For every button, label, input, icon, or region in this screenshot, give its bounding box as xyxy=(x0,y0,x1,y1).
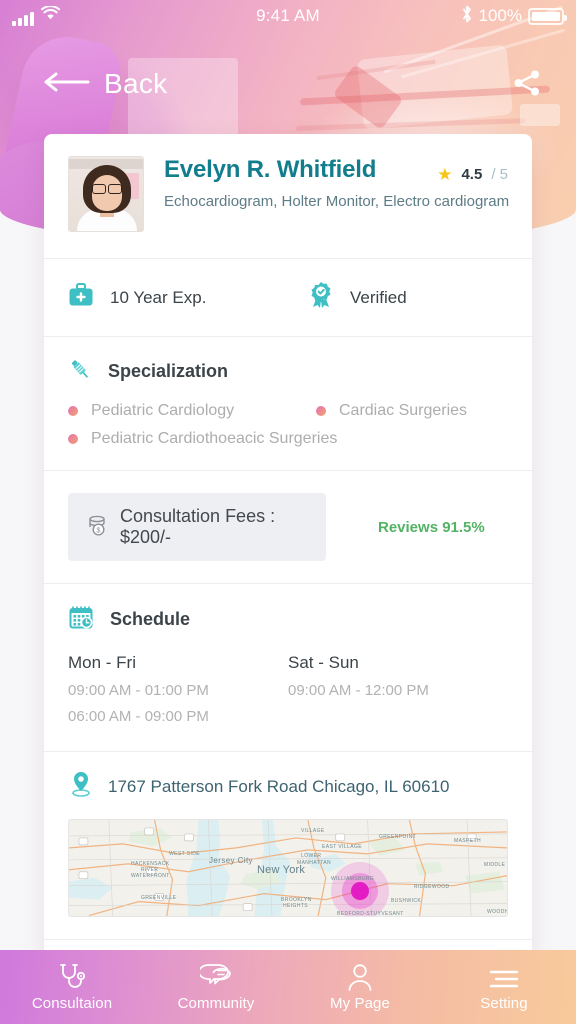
nav-item-setting[interactable]: Setting xyxy=(432,950,576,1024)
specialization-item-label: Cardiac Surgeries xyxy=(339,402,468,419)
rating-value: 4.5 xyxy=(461,166,483,183)
specialization-item-label: Pediatric Cardiothoeacic Surgeries xyxy=(91,430,338,447)
back-button-label: Back xyxy=(104,68,168,99)
specialization-section: Specialization Pediatric Cardiology Card… xyxy=(44,336,532,470)
map-label: GREENVILLE xyxy=(141,895,177,901)
experience-label: 10 Year Exp. xyxy=(110,287,207,307)
schedule-section: Schedule Mon - Fri 09:00 AM - 01:00 PM 0… xyxy=(44,583,532,751)
reviews-percentage: Reviews 91.5% xyxy=(378,518,485,536)
bullet-dot-icon xyxy=(316,406,326,416)
map-label: WEST SIDE xyxy=(169,851,201,857)
verified-item: Verified xyxy=(308,281,407,314)
person-icon xyxy=(346,963,374,991)
map-label: RIDGEWOOD xyxy=(414,884,450,890)
schedule-time-slot: 06:00 AM - 09:00 PM xyxy=(68,708,209,725)
nav-item-my-page[interactable]: My Page xyxy=(288,950,432,1024)
specialization-item: Pediatric Cardiothoeacic Surgeries xyxy=(68,430,337,448)
specialization-title: Specialization xyxy=(108,361,229,381)
map-label: VILLAGE xyxy=(301,828,325,834)
star-icon: ★ xyxy=(437,165,453,184)
money-coins-icon: $ xyxy=(86,514,108,541)
back-button[interactable]: Back xyxy=(42,68,167,100)
medical-bag-icon xyxy=(68,282,94,313)
rating-block: ★ 4.5 / 5 xyxy=(437,166,508,183)
nav-item-label: Community xyxy=(177,994,255,1012)
bullet-dot-icon xyxy=(68,406,78,416)
map-label: MIDDLE VILLAGE xyxy=(484,862,507,868)
share-icon xyxy=(512,70,542,102)
schedule-days-label: Sat - Sun xyxy=(288,653,359,672)
nav-item-label: Setting xyxy=(480,994,528,1012)
map-label: WATERFRONT xyxy=(131,873,170,879)
address-label: 1767 Patterson Fork Road Chicago, IL 606… xyxy=(108,776,450,796)
fees-section: $ Consultation Fees : $200/- Reviews 91.… xyxy=(44,470,532,583)
battery-percent-label: 100% xyxy=(478,6,522,25)
avatar xyxy=(68,156,144,232)
chat-bubbles-icon xyxy=(200,963,232,991)
verified-badge-icon xyxy=(308,281,334,314)
arrow-left-icon xyxy=(42,71,90,98)
schedule-time-slot: 09:00 AM - 12:00 PM xyxy=(288,682,429,699)
share-button[interactable] xyxy=(512,68,542,103)
nav-item-label: Consultaion xyxy=(31,994,113,1012)
syringe-icon xyxy=(68,357,92,386)
nav-item-community[interactable]: Community xyxy=(144,950,288,1024)
schedule-column-weekday: Mon - Fri 09:00 AM - 01:00 PM 06:00 AM -… xyxy=(68,653,288,725)
consultation-fees-box: $ Consultation Fees : $200/- xyxy=(68,493,326,561)
experience-item: 10 Year Exp. xyxy=(68,282,308,313)
bluetooth-icon xyxy=(461,5,473,28)
specialization-item-label: Pediatric Cardiology xyxy=(91,402,235,419)
location-pin-icon xyxy=(68,770,94,803)
svg-text:$: $ xyxy=(97,527,101,534)
credentials-row: 10 Year Exp. Verified xyxy=(44,258,532,336)
hamburger-menu-icon xyxy=(488,963,520,991)
map-label: New York xyxy=(257,864,306,876)
rating-max: / 5 xyxy=(491,166,508,183)
calendar-clock-icon xyxy=(68,604,94,635)
app-screen: 9:41 AM 100% Back Evelyn R. Whitfield Ec… xyxy=(0,0,576,1024)
top-navigation-bar: Back xyxy=(0,58,576,110)
schedule-column-weekend: Sat - Sun 09:00 AM - 12:00 PM xyxy=(288,653,508,725)
doctor-profile-card: Evelyn R. Whitfield Echocardiogram, Holt… xyxy=(44,134,532,1024)
doctor-specialties-line: Echocardiogram, Holter Monitor, Electro … xyxy=(164,193,510,210)
map-label: LOWER xyxy=(301,853,322,859)
stethoscope-icon xyxy=(57,963,87,991)
map-label: BEDFORD-STUYVESANT xyxy=(337,911,404,917)
specialization-list: Pediatric Cardiology Cardiac Surgeries P… xyxy=(68,402,508,448)
specialization-item: Pediatric Cardiology xyxy=(68,402,316,420)
specialization-item: Cardiac Surgeries xyxy=(316,402,467,420)
nav-item-label: My Page xyxy=(330,994,390,1012)
bottom-navigation-bar: Consultaion Community My Page Setting xyxy=(0,950,576,1024)
status-bar: 9:41 AM 100% xyxy=(0,0,576,32)
map-label: WILLIAMSBURG xyxy=(331,876,375,882)
map-label: HEIGHTS xyxy=(283,903,309,909)
doctor-profile-section: Evelyn R. Whitfield Echocardiogram, Holt… xyxy=(44,134,532,258)
map-location-marker xyxy=(331,862,389,916)
schedule-time-slot: 09:00 AM - 01:00 PM xyxy=(68,682,209,699)
battery-full-icon xyxy=(528,7,567,25)
map-label: GREENPOINT xyxy=(379,834,417,840)
map-label: WOODHAVEN xyxy=(487,909,507,915)
bullet-dot-icon xyxy=(68,434,78,444)
map-preview[interactable]: VILLAGEGREENPOINTMASPETHREGO PARKEAST VI… xyxy=(68,819,508,917)
location-section: 1767 Patterson Fork Road Chicago, IL 606… xyxy=(44,751,532,939)
verified-label: Verified xyxy=(350,287,407,307)
map-label: EAST VILLAGE xyxy=(322,844,363,850)
schedule-title: Schedule xyxy=(110,609,191,629)
consultation-fees-label: Consultation Fees : $200/- xyxy=(120,506,276,547)
nav-item-consultation[interactable]: Consultaion xyxy=(0,950,144,1024)
map-label: Jersey City xyxy=(209,856,253,865)
map-label: MASPETH xyxy=(454,838,481,844)
schedule-days-label: Mon - Fri xyxy=(68,653,136,672)
map-label: BUSHWICK xyxy=(391,898,422,904)
